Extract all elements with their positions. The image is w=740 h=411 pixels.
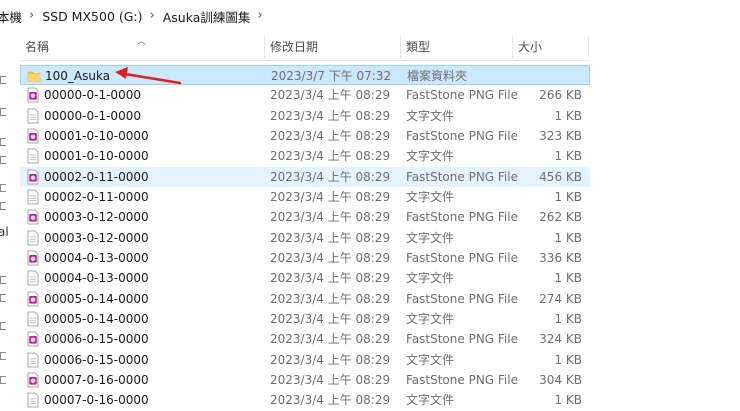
- annotation-arrow: [115, 67, 182, 85]
